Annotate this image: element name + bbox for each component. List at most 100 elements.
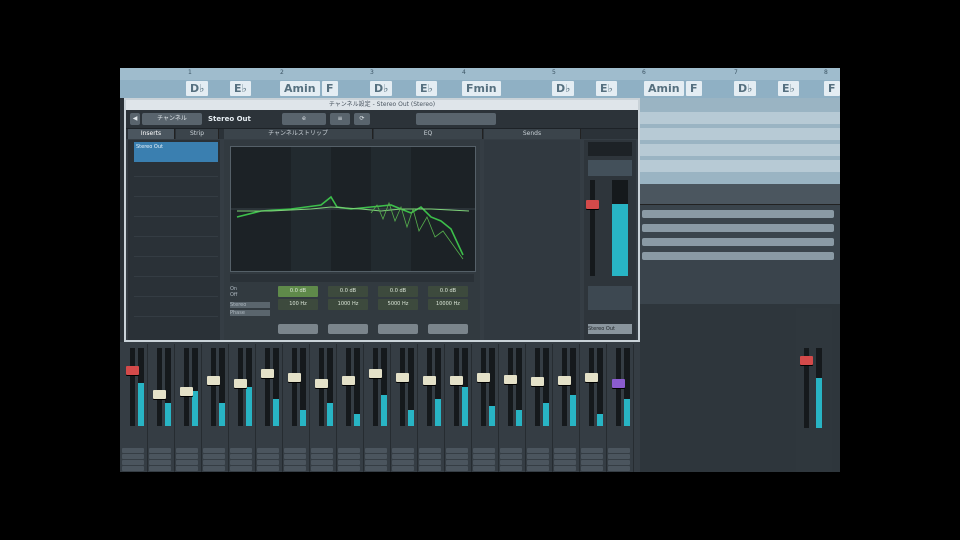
strip-button[interactable]: [284, 448, 306, 453]
chord-event[interactable]: D♭: [734, 81, 757, 96]
strip-button[interactable]: [446, 460, 468, 465]
channel-fader[interactable]: [153, 390, 166, 399]
channel-fader[interactable]: [612, 379, 625, 388]
timeline-ruler[interactable]: 1 2 3 4 5 6 7 8: [120, 68, 840, 80]
tab-strip[interactable]: Strip: [176, 129, 219, 139]
strip-button[interactable]: [554, 454, 576, 459]
band-q-control[interactable]: [378, 324, 418, 334]
strip-button[interactable]: [527, 448, 549, 453]
fader-track[interactable]: [535, 348, 540, 426]
band-gain[interactable]: 0.0 dB: [328, 286, 368, 297]
strip-button[interactable]: [554, 460, 576, 465]
fader-track[interactable]: [292, 348, 297, 426]
fader-track[interactable]: [508, 348, 513, 426]
strip-button[interactable]: [122, 454, 144, 459]
fader-track[interactable]: [130, 348, 135, 426]
channel-fader[interactable]: [423, 376, 436, 385]
strip-button[interactable]: [500, 448, 522, 453]
strip-button[interactable]: [581, 448, 603, 453]
strip-button[interactable]: [122, 466, 144, 471]
chord-event[interactable]: D♭: [370, 81, 393, 96]
channel-fader[interactable]: [477, 373, 490, 382]
strip-button[interactable]: [338, 448, 360, 453]
strip-button[interactable]: [311, 466, 333, 471]
strip-button[interactable]: [473, 466, 495, 471]
fader-track[interactable]: [427, 348, 432, 426]
strip-button[interactable]: [284, 454, 306, 459]
menu-button[interactable]: ≡: [330, 113, 350, 125]
channel-fader[interactable]: [531, 377, 544, 386]
strip-button[interactable]: [473, 454, 495, 459]
channel-fader[interactable]: [261, 369, 274, 378]
channel-fader[interactable]: [207, 376, 220, 385]
strip-button[interactable]: [257, 466, 279, 471]
strip-button[interactable]: [392, 460, 414, 465]
strip-button[interactable]: [284, 460, 306, 465]
strip-button[interactable]: [608, 448, 630, 453]
strip-button[interactable]: [554, 466, 576, 471]
chord-track[interactable]: D♭ E♭ Amin F D♭ E♭ Fmin D♭ E♭ Amin F D♭ …: [120, 80, 840, 98]
strip-button[interactable]: [446, 454, 468, 459]
channel-fader[interactable]: [450, 376, 463, 385]
channel-fader[interactable]: [504, 375, 517, 384]
chord-event[interactable]: E♭: [596, 81, 617, 96]
strip-button[interactable]: [203, 448, 225, 453]
strip-button[interactable]: [311, 460, 333, 465]
channel-fader[interactable]: [180, 387, 193, 396]
channel-fader[interactable]: [315, 379, 328, 388]
band-q-control[interactable]: [278, 324, 318, 334]
strip-button[interactable]: [311, 454, 333, 459]
track-lane[interactable]: [638, 112, 840, 124]
fader-track[interactable]: [400, 348, 405, 426]
strip-button[interactable]: [257, 454, 279, 459]
band-q-control[interactable]: [428, 324, 468, 334]
channel-fader[interactable]: [126, 366, 139, 375]
channel-fader[interactable]: [558, 376, 571, 385]
fader-track[interactable]: [562, 348, 567, 426]
band-freq[interactable]: 5000 Hz: [378, 299, 418, 310]
strip-button[interactable]: [365, 454, 387, 459]
band-gain[interactable]: 0.0 dB: [278, 286, 318, 297]
fader-track[interactable]: [211, 348, 216, 426]
strip-button[interactable]: [257, 460, 279, 465]
strip-button[interactable]: [365, 466, 387, 471]
chord-event[interactable]: F: [824, 81, 840, 96]
parameter-row[interactable]: [642, 238, 834, 246]
strip-button[interactable]: [527, 460, 549, 465]
strip-button[interactable]: [122, 448, 144, 453]
meter-routing[interactable]: [588, 286, 632, 310]
strip-button[interactable]: [203, 460, 225, 465]
chord-event[interactable]: Amin: [644, 81, 684, 96]
strip-button[interactable]: [500, 454, 522, 459]
strip-button[interactable]: [581, 454, 603, 459]
channel-fader[interactable]: [288, 373, 301, 382]
channel-fader[interactable]: [234, 379, 247, 388]
strip-button[interactable]: [311, 448, 333, 453]
strip-button[interactable]: [419, 448, 441, 453]
strip-button[interactable]: [122, 460, 144, 465]
fader-track[interactable]: [481, 348, 486, 426]
label-stereo[interactable]: Stereo: [230, 302, 270, 308]
strip-button[interactable]: [608, 466, 630, 471]
strip-button[interactable]: [284, 466, 306, 471]
band-gain[interactable]: 0.0 dB: [378, 286, 418, 297]
strip-button[interactable]: [176, 466, 198, 471]
strip-button[interactable]: [149, 454, 171, 459]
strip-button[interactable]: [473, 448, 495, 453]
strip-button[interactable]: [203, 454, 225, 459]
band-freq[interactable]: 1000 Hz: [328, 299, 368, 310]
strip-button[interactable]: [392, 454, 414, 459]
strip-button[interactable]: [446, 448, 468, 453]
strip-button[interactable]: [500, 460, 522, 465]
strip-button[interactable]: [176, 454, 198, 459]
strip-button[interactable]: [365, 448, 387, 453]
label-phase[interactable]: Phase: [230, 310, 270, 316]
tab-inserts[interactable]: Inserts: [128, 129, 175, 139]
strip-button[interactable]: [257, 448, 279, 453]
strip-button[interactable]: [365, 460, 387, 465]
window-title[interactable]: チャンネル設定 - Stereo Out (Stereo): [126, 100, 638, 110]
parameter-row[interactable]: [642, 252, 834, 260]
strip-button[interactable]: [176, 460, 198, 465]
strip-button[interactable]: [554, 448, 576, 453]
chord-event[interactable]: D♭: [186, 81, 209, 96]
